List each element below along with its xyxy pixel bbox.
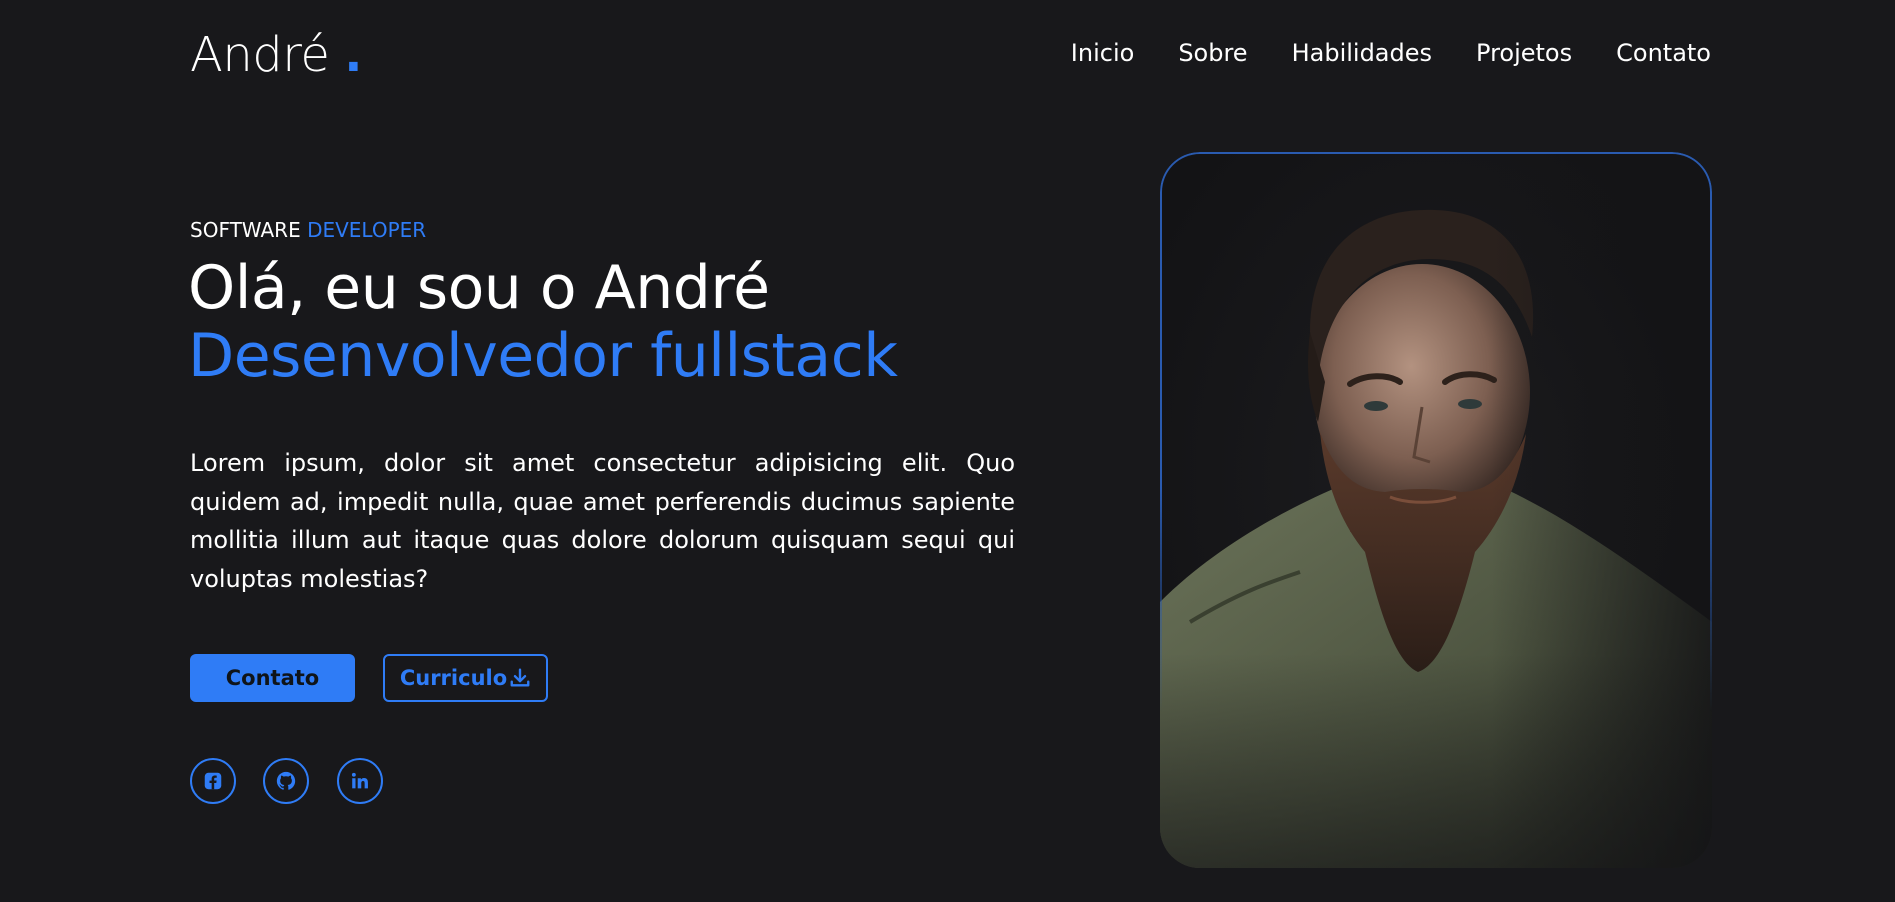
hero-bio: Lorem ipsum, dolor sit amet consectetur … <box>190 449 1015 593</box>
github-link[interactable] <box>263 758 309 804</box>
contact-button-label: Contato <box>225 666 320 690</box>
profile-photo <box>1160 152 1712 868</box>
facebook-link[interactable] <box>190 758 236 804</box>
nav-item-sobre[interactable]: Sobre <box>1178 36 1247 70</box>
profile-portrait-image <box>1160 152 1712 868</box>
cv-button-label: Curriculo <box>399 666 508 690</box>
logo-dot: . <box>344 27 362 83</box>
linkedin-icon <box>351 772 368 789</box>
logo-text: André <box>190 27 330 83</box>
linkedin-link[interactable] <box>337 758 383 804</box>
download-icon <box>510 668 530 687</box>
main-nav: Inicio Sobre Habilidades Projetos Contat… <box>1071 36 1711 70</box>
nav-item-habilidades[interactable]: Habilidades <box>1292 36 1432 70</box>
logo[interactable]: André . <box>190 26 362 84</box>
facebook-icon <box>204 772 222 790</box>
headline-greeting: Olá, eu sou o André <box>188 253 770 323</box>
page: André . Inicio Sobre Habilidades Projeto… <box>0 0 1895 902</box>
headline-role: Desenvolvedor fullstack <box>188 321 898 391</box>
nav-item-contato[interactable]: Contato <box>1616 36 1711 70</box>
contact-button[interactable]: Contato <box>190 654 355 702</box>
cv-download-button[interactable]: Curriculo <box>383 654 548 702</box>
hero-eyebrow: SOFTWARE DEVELOPER <box>190 216 426 244</box>
hero-headline: Olá, eu sou o André Desenvolvedor fullst… <box>188 253 898 391</box>
eyebrow-accent: DEVELOPER <box>307 218 427 242</box>
github-icon <box>276 771 296 790</box>
nav-item-inicio[interactable]: Inicio <box>1071 36 1135 70</box>
eyebrow-primary: SOFTWARE <box>190 218 301 242</box>
nav-item-projetos[interactable]: Projetos <box>1476 36 1572 70</box>
